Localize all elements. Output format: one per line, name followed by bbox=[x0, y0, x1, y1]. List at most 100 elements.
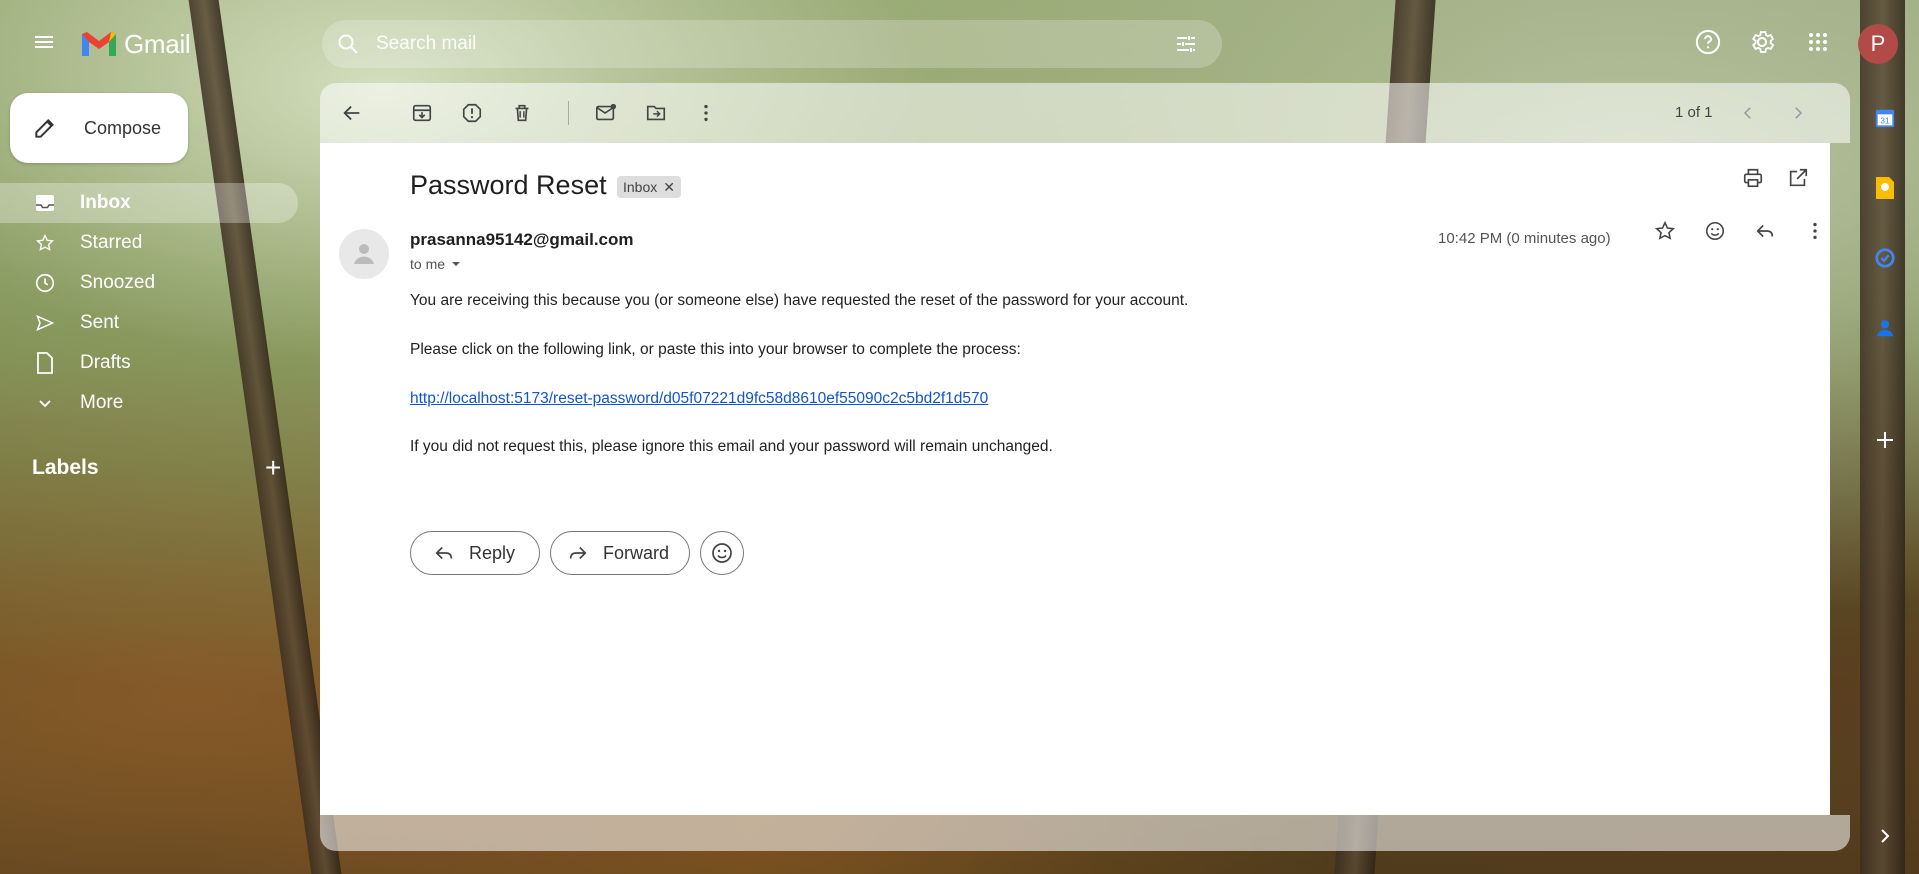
panel-footer bbox=[320, 815, 1850, 851]
chevron-left-icon bbox=[1743, 107, 1751, 119]
forward-button[interactable]: Forward bbox=[550, 531, 690, 575]
arrow-back-icon bbox=[343, 105, 360, 121]
email-body-line: You are receiving this because you (or s… bbox=[410, 292, 1189, 309]
star-button[interactable] bbox=[1645, 211, 1685, 251]
chip-label: Inbox bbox=[623, 179, 658, 195]
svg-text:31: 31 bbox=[1880, 117, 1890, 126]
gmail-wordmark: Gmail bbox=[124, 28, 191, 59]
keep-icon[interactable] bbox=[1872, 175, 1898, 201]
compose-button[interactable]: Compose bbox=[10, 93, 188, 163]
more-options-button[interactable] bbox=[686, 93, 726, 133]
hamburger-icon bbox=[35, 36, 53, 48]
close-icon[interactable]: ✕ bbox=[663, 179, 675, 196]
add-label-icon[interactable]: + bbox=[265, 454, 281, 482]
sidebar-item-more[interactable]: More bbox=[0, 383, 298, 423]
chevron-down-icon bbox=[34, 392, 56, 414]
reply-icon bbox=[1756, 224, 1774, 238]
reply-icon-button[interactable] bbox=[1745, 211, 1785, 251]
star-icon bbox=[1654, 220, 1676, 240]
email-view: Password Reset Inbox ✕ prasanna95142@gma… bbox=[320, 143, 1830, 815]
open-in-new-icon bbox=[1789, 168, 1808, 187]
move-folder-icon bbox=[646, 105, 666, 121]
person-icon bbox=[354, 244, 374, 264]
sidebar-item-label: Starred bbox=[80, 232, 143, 253]
compose-label: Compose bbox=[84, 117, 162, 138]
inbox-icon bbox=[34, 192, 56, 214]
search-input[interactable] bbox=[374, 32, 1078, 56]
forward-label: Forward bbox=[603, 542, 670, 563]
delete-button[interactable] bbox=[502, 93, 542, 133]
sidebar-item-label: Drafts bbox=[80, 352, 131, 373]
newer-button[interactable] bbox=[1728, 93, 1768, 133]
sidebar-item-label: More bbox=[80, 392, 124, 413]
gmail-logo[interactable]: Gmail bbox=[80, 24, 191, 64]
star-icon bbox=[34, 232, 56, 254]
mark-unread-button[interactable] bbox=[586, 93, 626, 133]
sidebar-item-drafts[interactable]: Drafts bbox=[0, 343, 298, 383]
sender-avatar[interactable] bbox=[339, 229, 389, 279]
email-body-line: If you did not request this, please igno… bbox=[410, 438, 1053, 455]
gear-icon bbox=[1752, 31, 1775, 53]
archive-button[interactable] bbox=[402, 93, 442, 133]
reply-label: Reply bbox=[469, 542, 516, 563]
print-button[interactable] bbox=[1733, 158, 1773, 198]
recipient-text: to me bbox=[410, 256, 446, 272]
back-button[interactable] bbox=[332, 93, 372, 133]
gmail-m-icon bbox=[82, 32, 116, 56]
caret-down-icon[interactable] bbox=[451, 259, 461, 269]
trash-icon bbox=[515, 104, 529, 122]
more-vert-icon bbox=[704, 104, 708, 122]
apps-button[interactable] bbox=[1798, 22, 1838, 62]
reply-button[interactable]: Reply bbox=[410, 531, 540, 575]
emoji-react-button[interactable] bbox=[700, 531, 744, 575]
top-bar: Gmail P bbox=[0, 0, 1919, 84]
labels-heading: Labels bbox=[32, 456, 99, 479]
reply-icon bbox=[435, 546, 453, 560]
account-avatar[interactable]: P bbox=[1858, 24, 1898, 64]
clock-icon bbox=[34, 272, 56, 294]
report-spam-button[interactable] bbox=[452, 93, 492, 133]
open-new-window-button[interactable] bbox=[1778, 158, 1818, 198]
tasks-icon[interactable] bbox=[1872, 245, 1898, 271]
settings-button[interactable] bbox=[1742, 22, 1782, 62]
sidebar-item-inbox[interactable]: Inbox bbox=[0, 183, 298, 223]
move-to-button[interactable] bbox=[636, 93, 676, 133]
search-options-icon[interactable] bbox=[1174, 32, 1198, 56]
contacts-icon[interactable] bbox=[1872, 315, 1898, 341]
avatar-initial: P bbox=[1870, 31, 1886, 56]
mark-unread-icon bbox=[596, 103, 617, 121]
main-menu-button[interactable] bbox=[24, 22, 64, 62]
sender-email[interactable]: prasanna95142@gmail.com bbox=[410, 230, 634, 250]
email-panel: 1 of 1 Password Reset Inbox ✕ prasanna95… bbox=[320, 83, 1850, 851]
calendar-icon[interactable]: 31 bbox=[1872, 105, 1898, 131]
sidebar-item-label: Inbox bbox=[80, 192, 131, 213]
help-icon bbox=[1695, 29, 1721, 55]
show-side-panel-icon[interactable] bbox=[1872, 823, 1898, 849]
search-icon[interactable] bbox=[336, 32, 360, 56]
sidebar-item-snoozed[interactable]: Snoozed bbox=[0, 263, 298, 303]
email-subject: Password Reset bbox=[410, 170, 607, 200]
recipient-details[interactable]: to me bbox=[410, 256, 461, 272]
message-more-button[interactable] bbox=[1795, 211, 1835, 251]
add-reaction-button[interactable] bbox=[1695, 211, 1735, 251]
support-button[interactable] bbox=[1688, 22, 1728, 62]
search-bar[interactable] bbox=[322, 20, 1222, 68]
reset-link-line: http://localhost:5173/reset-password/d05… bbox=[410, 390, 988, 408]
older-button[interactable] bbox=[1778, 93, 1818, 133]
pagination-text: 1 of 1 bbox=[1675, 104, 1713, 121]
sidebar-item-sent[interactable]: Sent bbox=[0, 303, 298, 343]
spam-icon bbox=[462, 103, 482, 123]
inbox-label-chip[interactable]: Inbox ✕ bbox=[617, 176, 681, 198]
send-icon bbox=[34, 312, 56, 334]
apps-grid-icon bbox=[1809, 33, 1827, 51]
sidebar-item-label: Sent bbox=[80, 312, 120, 333]
pencil-icon bbox=[35, 119, 54, 138]
draft-icon bbox=[34, 352, 56, 374]
sidebar-item-label: Snoozed bbox=[80, 272, 156, 293]
chevron-right-icon bbox=[1795, 107, 1803, 119]
sidebar-item-starred[interactable]: Starred bbox=[0, 223, 298, 263]
emoji-icon bbox=[1705, 221, 1725, 241]
get-addons-icon[interactable] bbox=[1872, 427, 1898, 453]
toolbar-divider bbox=[568, 101, 569, 125]
reset-password-link[interactable]: http://localhost:5173/reset-password/d05… bbox=[410, 390, 988, 407]
